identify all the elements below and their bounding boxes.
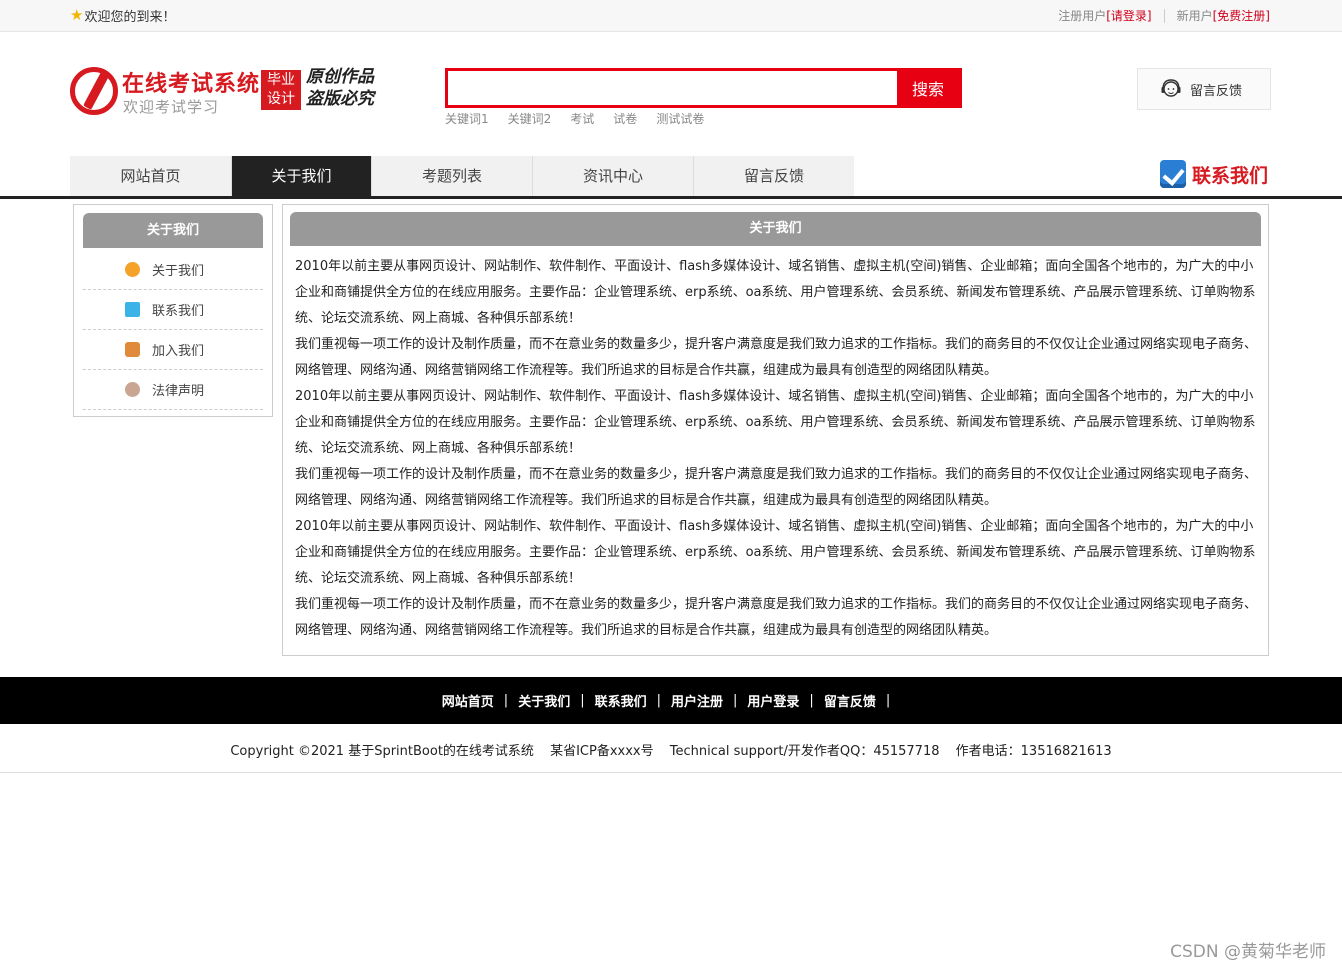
slogan: 原创作品 盗版必究	[306, 66, 374, 110]
sidebar-item-label: 法律声明	[152, 384, 205, 399]
slogan-line-2: 盗版必究	[306, 89, 374, 109]
icp-text: 某省ICP备xxxx号	[550, 744, 654, 759]
content-paragraph: 2010年以前主要从事网页设计、网站制作、软件制作、平面设计、flash多媒体设…	[295, 519, 1256, 586]
register-link[interactable]: [免费注册]	[1213, 7, 1270, 24]
contact-us-link[interactable]: 联系我们	[1160, 160, 1268, 188]
content-title: 关于我们	[290, 212, 1261, 246]
welcome-message: ★ 欢迎您的到来！	[70, 6, 176, 26]
sidebar-item-label: 加入我们	[152, 344, 205, 359]
star-icon: ★	[70, 6, 84, 24]
copyright-text: Copyright ©2021 基于SprintBoot的在线考试系统	[230, 744, 534, 759]
feedback-label: 留言反馈	[1190, 83, 1243, 99]
footer-separator: |	[733, 693, 738, 708]
power-icon	[125, 382, 140, 397]
about-icon	[125, 262, 140, 277]
nav-item-questions[interactable]: 考题列表	[372, 156, 533, 196]
search-box: 搜索	[445, 68, 962, 108]
sidebar-title: 关于我们	[83, 213, 263, 248]
content-paragraph: 我们重视每一项工作的设计及制作质量，而不在意业务的数量多少，提升客户满意度是我们…	[295, 467, 1258, 508]
keyword-link[interactable]: 测试试卷	[656, 110, 704, 127]
content-paragraph: 2010年以前主要从事网页设计、网站制作、软件制作、平面设计、flash多媒体设…	[295, 389, 1256, 456]
content-paragraph: 我们重视每一项工作的设计及制作质量，而不在意业务的数量多少，提升客户满意度是我们…	[295, 337, 1258, 378]
sidebar-item-join[interactable]: 加入我们	[83, 330, 263, 370]
graduation-badge: 毕业 设计	[261, 70, 301, 110]
top-divider	[1163, 8, 1165, 23]
sidebar-item-label: 联系我们	[152, 304, 205, 319]
feedback-button[interactable]: 留言反馈	[1137, 68, 1271, 110]
keyword-link[interactable]: 关键词2	[508, 110, 552, 127]
top-links: 注册用户 [请登录] 新用户 [免费注册]	[1058, 7, 1270, 24]
contact-us-label: 联系我们	[1192, 164, 1269, 187]
nav-item-feedback[interactable]: 留言反馈	[694, 156, 854, 196]
registered-user-label: 注册用户	[1058, 9, 1107, 23]
footer-link-login[interactable]: 用户登录	[747, 691, 799, 710]
clipboard-icon	[125, 302, 140, 317]
badge-line-1: 毕业	[267, 72, 295, 88]
copyright-info: Copyright ©2021 基于SprintBoot的在线考试系统 某省IC…	[0, 740, 1342, 759]
hot-keywords: 关键词1 关键词2 考试 试卷 测试试卷	[445, 110, 723, 127]
footer-link-contact[interactable]: 联系我们	[595, 691, 647, 710]
footer-link-register[interactable]: 用户注册	[671, 691, 723, 710]
sidebar-item-contact[interactable]: 联系我们	[83, 290, 263, 330]
support-text: Technical support/开发作者QQ：45157718	[669, 744, 940, 759]
top-bar: ★ 欢迎您的到来！ 注册用户 [请登录] 新用户 [免费注册]	[0, 0, 1342, 32]
badge-line-2: 设计	[267, 91, 295, 107]
keyword-link[interactable]: 关键词1	[445, 110, 489, 127]
nav-item-about[interactable]: 关于我们	[232, 156, 372, 196]
footer-separator: |	[656, 693, 661, 708]
lock-icon	[125, 342, 140, 357]
footer-separator: |	[809, 693, 814, 708]
nav-item-news[interactable]: 资讯中心	[533, 156, 694, 196]
footer-separator: |	[503, 693, 509, 708]
login-link[interactable]: [请登录]	[1106, 7, 1151, 24]
keyword-link[interactable]: 试卷	[613, 110, 637, 127]
site-title[interactable]: 在线考试系统	[122, 66, 260, 98]
logo-icon[interactable]	[70, 67, 118, 115]
search-input[interactable]	[448, 71, 900, 105]
checkmark-icon	[1160, 160, 1186, 188]
nav-divider	[0, 196, 1342, 199]
bottom-divider	[0, 772, 1342, 773]
keyword-link[interactable]: 考试	[570, 110, 594, 127]
watermark: CSDN @黄菊华老师	[1170, 942, 1326, 962]
footer-separator: |	[580, 693, 585, 708]
new-user-label: 新用户	[1176, 9, 1213, 23]
sidebar-item-legal[interactable]: 法律声明	[83, 370, 263, 410]
search-button[interactable]: 搜索	[897, 71, 959, 105]
content-paragraph: 2010年以前主要从事网页设计、网站制作、软件制作、平面设计、flash多媒体设…	[295, 259, 1256, 326]
nav-item-home[interactable]: 网站首页	[70, 156, 232, 196]
sidebar-item-label: 关于我们	[152, 264, 205, 279]
footer-link-home[interactable]: 网站首页	[442, 691, 494, 710]
content-body: 2010年以前主要从事网页设计、网站制作、软件制作、平面设计、flash多媒体设…	[295, 254, 1257, 644]
content-panel: 关于我们 2010年以前主要从事网页设计、网站制作、软件制作、平面设计、flas…	[282, 204, 1269, 656]
footer-link-about[interactable]: 关于我们	[518, 691, 570, 710]
site-subtitle: 欢迎考试学习	[123, 98, 220, 116]
sidebar-item-about[interactable]: 关于我们	[83, 250, 263, 290]
footer-separator: |	[885, 693, 891, 708]
headset-icon	[1161, 79, 1181, 97]
welcome-text: 欢迎您的到来！	[84, 10, 176, 25]
content-paragraph: 我们重视每一项工作的设计及制作质量，而不在意业务的数量多少，提升客户满意度是我们…	[295, 597, 1258, 638]
sidebar: 关于我们 关于我们 联系我们 加入我们 法律声明	[73, 204, 273, 417]
footer-link-feedback[interactable]: 留言反馈	[824, 691, 876, 710]
main-nav: 网站首页 关于我们 考题列表 资讯中心 留言反馈	[70, 156, 854, 196]
phone-text: 作者电话：13516821613	[955, 744, 1112, 759]
footer-nav: 网站首页 | 关于我们 | 联系我们 | 用户注册 | 用户登录 | 留言反馈 …	[0, 677, 1342, 724]
slogan-line-1: 原创作品	[306, 67, 374, 87]
